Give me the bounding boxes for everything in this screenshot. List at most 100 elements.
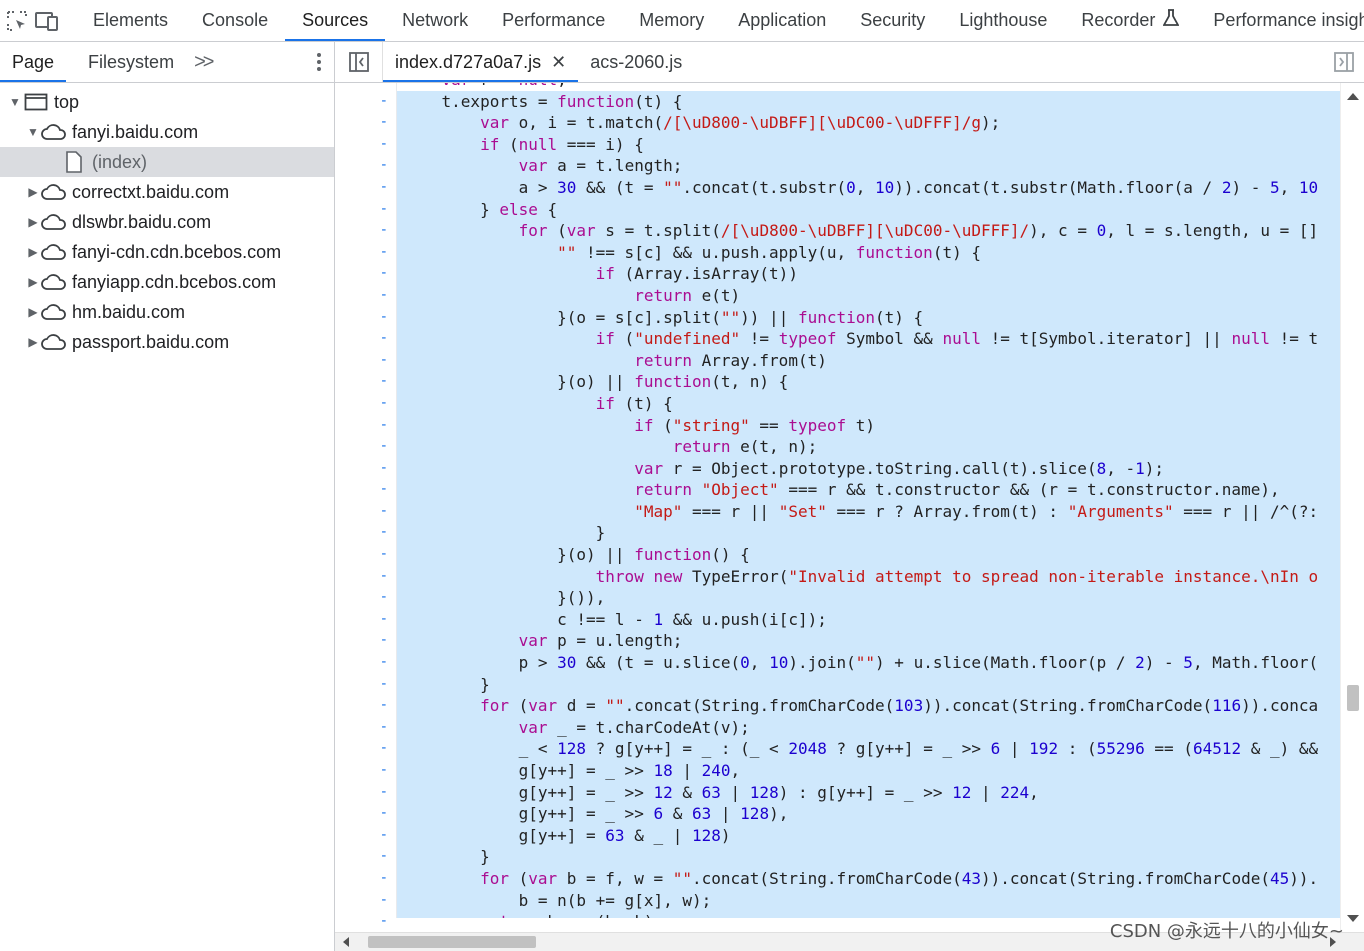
code-line[interactable]: return Array.from(t) [397, 349, 1340, 372]
gutter-marker[interactable]: - [335, 522, 396, 544]
code-line[interactable]: var a = t.length; [397, 155, 1340, 177]
code-line[interactable]: return e(t) [397, 284, 1340, 307]
code-view[interactable]: ----------------------------------------… [335, 83, 1340, 932]
tab-lighthouse[interactable]: Lighthouse [942, 0, 1064, 41]
code-line[interactable]: }(o) || function(t, n) { [397, 371, 1340, 393]
code-line[interactable]: for (var d = "".concat(String.fromCharCo… [397, 695, 1340, 717]
gutter-marker[interactable]: - [335, 415, 396, 437]
code-line[interactable]: var r = null; [397, 83, 1340, 91]
horizontal-scroll-thumb[interactable] [368, 936, 536, 948]
gutter-marker[interactable]: - [335, 544, 396, 566]
code-line[interactable]: g[y++] = _ >> 6 & 63 | 128), [397, 803, 1340, 825]
code-line[interactable]: var _ = t.charCodeAt(v); [397, 716, 1340, 739]
gutter-marker[interactable]: - [335, 630, 396, 652]
tab-application[interactable]: Application [721, 0, 843, 41]
tab-security[interactable]: Security [843, 0, 942, 41]
gutter-marker[interactable]: - [335, 328, 396, 350]
scroll-down-icon[interactable] [1347, 915, 1359, 922]
gutter-marker[interactable]: - [335, 112, 396, 134]
code-line[interactable]: if ("string" == typeof t) [397, 414, 1340, 437]
gutter-marker[interactable]: - [335, 609, 396, 631]
chevron-right-icon[interactable]: ▶ [26, 215, 40, 229]
code-line[interactable]: } [397, 673, 1340, 696]
file-tab-acs[interactable]: acs-2060.js [578, 42, 694, 82]
chevron-right-icon[interactable]: ▶ [26, 245, 40, 259]
code-line[interactable]: return e(t, n); [397, 436, 1340, 458]
tree-item-dlswbr[interactable]: ▶ dlswbr.baidu.com [0, 207, 334, 237]
code-line[interactable]: "" !== s[c] && u.push.apply(u, function(… [397, 241, 1340, 264]
tree-item-top[interactable]: ▼ top [0, 87, 334, 117]
gutter-marker[interactable]: - [335, 458, 396, 480]
gutter-marker[interactable]: - [335, 393, 396, 415]
gutter-marker[interactable]: - [335, 890, 396, 912]
gutter-marker[interactable]: - [335, 242, 396, 264]
tab-sources[interactable]: Sources [285, 0, 386, 41]
gutter-marker[interactable]: - [335, 911, 396, 932]
tab-filesystem[interactable]: Filesystem [76, 42, 186, 82]
device-toolbar-icon[interactable] [34, 0, 60, 41]
code-line[interactable]: c !== l - 1 && u.push(i[c]); [397, 608, 1340, 631]
vertical-scroll-thumb[interactable] [1347, 685, 1359, 711]
code-line[interactable]: if (null === i) { [397, 133, 1340, 156]
tab-performance-insights[interactable]: Performance insights [1196, 0, 1364, 41]
tab-console[interactable]: Console [185, 0, 285, 41]
gutter-marker[interactable]: - [335, 846, 396, 868]
gutter-marker[interactable]: - [335, 307, 396, 329]
chevron-right-icon[interactable]: ▶ [26, 335, 40, 349]
gutter-marker[interactable]: - [335, 199, 396, 221]
kebab-menu-icon[interactable] [304, 42, 334, 82]
code-line[interactable]: g[y++] = 63 & _ | 128) [397, 824, 1340, 847]
gutter-marker[interactable]: - [335, 674, 396, 696]
toggle-navigator-icon[interactable] [335, 42, 383, 82]
code-line[interactable]: } [397, 522, 1340, 545]
gutter-marker[interactable]: - [335, 566, 396, 588]
chevron-right-icon[interactable]: ▶ [26, 185, 40, 199]
close-icon[interactable]: ✕ [551, 52, 566, 73]
gutter-marker[interactable]: - [335, 371, 396, 393]
gutter-marker[interactable]: - [335, 825, 396, 847]
code-line[interactable]: t.exports = function(t) { [397, 90, 1340, 113]
code-line[interactable]: if (Array.isArray(t)) [397, 263, 1340, 285]
line-gutter[interactable]: ---------------------------------------- [335, 83, 396, 929]
code-content[interactable]: var r = null; t.exports = function(t) { … [396, 83, 1340, 918]
tab-memory[interactable]: Memory [622, 0, 721, 41]
gutter-marker[interactable]: - [335, 587, 396, 609]
code-line[interactable]: g[y++] = _ >> 18 | 240, [397, 760, 1340, 782]
code-line[interactable]: "Map" === r || "Set" === r ? Array.from(… [397, 500, 1340, 523]
code-line[interactable]: for (var b = f, w = "".concat(String.fro… [397, 867, 1340, 890]
code-line[interactable]: p > 30 && (t = u.slice(0, 10).join("") +… [397, 652, 1340, 674]
gutter-marker[interactable]: - [335, 436, 396, 458]
code-line[interactable]: b = n(b += g[x], w); [397, 889, 1340, 912]
chevron-right-icon[interactable]: ▶ [26, 305, 40, 319]
gutter-marker[interactable]: - [335, 220, 396, 242]
more-tabs-icon[interactable]: >> [186, 42, 219, 82]
gutter-marker[interactable]: - [335, 479, 396, 501]
gutter-marker[interactable]: - [335, 134, 396, 156]
gutter-marker[interactable]: - [335, 155, 396, 177]
vertical-scrollbar[interactable] [1340, 83, 1364, 932]
scroll-up-icon[interactable] [1347, 93, 1359, 100]
tab-elements[interactable]: Elements [76, 0, 185, 41]
tab-network[interactable]: Network [385, 0, 485, 41]
inspect-element-icon[interactable] [6, 0, 28, 41]
code-line[interactable]: } [397, 846, 1340, 868]
code-line[interactable]: if (t) { [397, 392, 1340, 415]
toggle-debugger-icon[interactable] [1324, 42, 1364, 82]
gutter-marker[interactable]: - [335, 868, 396, 890]
chevron-right-icon[interactable]: ▶ [26, 275, 40, 289]
code-line[interactable]: throw new TypeError("Invalid attempt to … [397, 565, 1340, 588]
code-line[interactable]: _ < 128 ? g[y++] = _ : (_ < 2048 ? g[y++… [397, 738, 1340, 760]
tab-page[interactable]: Page [0, 42, 67, 82]
tab-performance[interactable]: Performance [485, 0, 622, 41]
tree-item-hm-baidu[interactable]: ▶ hm.baidu.com [0, 297, 334, 327]
gutter-marker[interactable]: - [335, 782, 396, 804]
gutter-marker[interactable]: - [335, 652, 396, 674]
code-line[interactable]: }(o) || function() { [397, 544, 1340, 566]
code-line[interactable]: var r = Object.prototype.toString.call(t… [397, 457, 1340, 480]
gutter-marker[interactable]: - [335, 177, 396, 199]
tree-item-index[interactable]: (index) [0, 147, 334, 177]
tree-item-fanyiapp[interactable]: ▶ fanyiapp.cdn.bcebos.com [0, 267, 334, 297]
code-line[interactable]: g[y++] = _ >> 12 & 63 | 128) : g[y++] = … [397, 781, 1340, 804]
gutter-marker[interactable]: - [335, 717, 396, 739]
code-line[interactable]: if ("undefined" != typeof Symbol && null… [397, 328, 1340, 350]
